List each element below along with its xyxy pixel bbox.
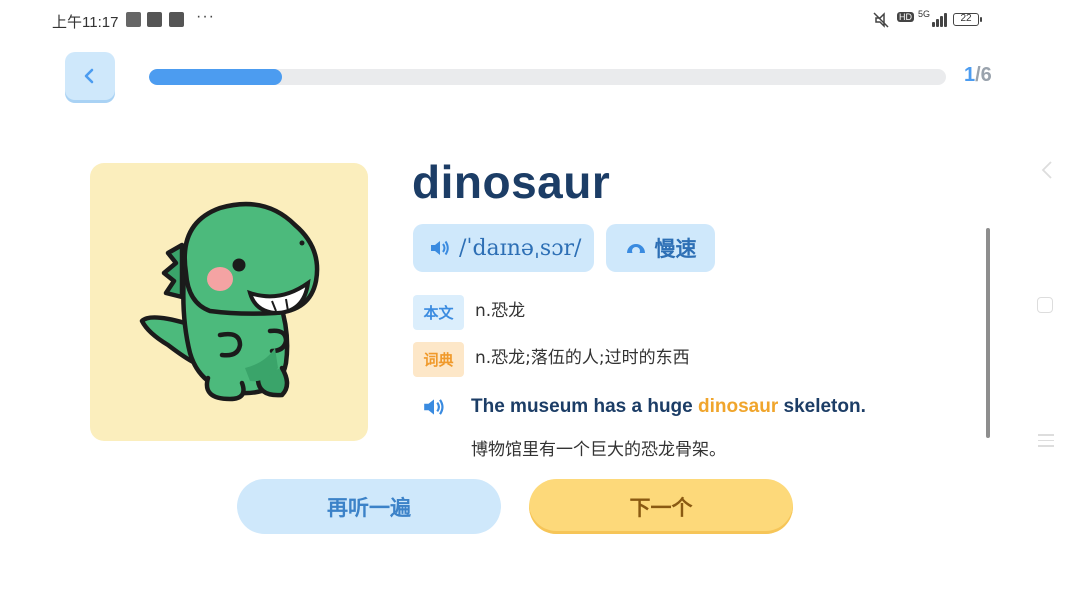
word-title: dinosaur — [412, 156, 611, 208]
example-highlight-word: dinosaur — [698, 396, 779, 417]
progress-current: 1 — [964, 64, 976, 86]
signal-icon — [924, 12, 948, 27]
speedometer-icon — [626, 244, 645, 255]
speaker-icon — [431, 240, 449, 256]
nav-menu-icon[interactable] — [1038, 434, 1054, 451]
example-sentence: The museum has a huge dinosaur skeleton. — [471, 396, 866, 418]
slow-speed-label: 慢速 — [654, 237, 697, 261]
slow-speed-button[interactable]: 慢速 — [606, 224, 715, 272]
notification-icon — [126, 12, 141, 27]
battery-icon: 22 — [953, 13, 982, 26]
notification-icon — [147, 12, 162, 27]
status-time: 上午11:17 — [52, 14, 119, 31]
definition-tag-dictionary: 词典 — [413, 342, 464, 377]
scrollbar[interactable] — [986, 228, 990, 438]
dinosaur-illustration-icon — [139, 201, 320, 402]
speaker-icon — [424, 399, 444, 415]
phonetic-text: /ˈdaɪnəˌsɔr/ — [459, 235, 582, 261]
progress-counter: 1/6 — [964, 64, 992, 87]
example-text: The museum has a huge — [471, 396, 698, 417]
example-text: skeleton. — [778, 396, 866, 417]
example-speaker-button[interactable] — [422, 396, 446, 422]
mute-icon — [873, 12, 889, 28]
more-notifications-icon: ··· — [196, 8, 215, 25]
notification-icon — [169, 12, 184, 27]
status-bar: 上午11:17 ··· HD 5G 22 — [0, 0, 1080, 40]
replay-button[interactable]: 再听一遍 — [237, 479, 501, 534]
progress-fill — [149, 69, 283, 85]
example-translation: 博物馆里有一个巨大的恐龙骨架。 — [471, 440, 726, 460]
hd-badge: HD — [897, 12, 914, 22]
nav-home-icon[interactable] — [1037, 297, 1053, 313]
word-illustration-card — [90, 163, 368, 441]
chevron-left-icon — [84, 68, 94, 84]
pronounce-button[interactable]: /ˈdaɪnəˌsɔr/ — [413, 224, 594, 272]
progress-bar — [149, 69, 946, 85]
definition-text: n.恐龙;落伍的人;过时的东西 — [475, 348, 690, 368]
definition-tag-text: 本文 — [413, 295, 464, 330]
definition-text: n.恐龙 — [475, 301, 526, 321]
back-button[interactable] — [65, 52, 115, 100]
progress-total: /6 — [975, 64, 992, 86]
next-button[interactable]: 下一个 — [529, 479, 793, 534]
nav-back-icon[interactable] — [1040, 160, 1054, 180]
